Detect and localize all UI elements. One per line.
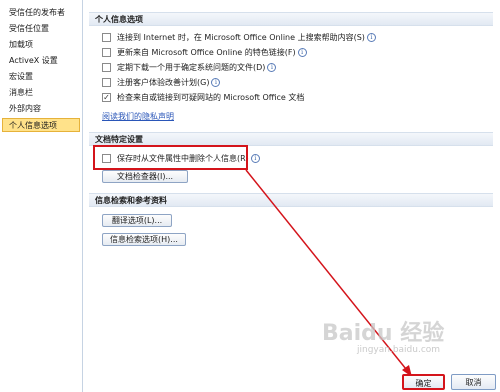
document-inspector-button[interactable]: 文档检查器(I)... [102,170,188,183]
nav-item-add-ins[interactable]: 加载项 [0,38,80,52]
section-heading-document: 文档特定设置 [89,132,493,146]
watermark-url: jingyan.baidu.com [357,345,441,355]
checkbox-suspicious-sites[interactable]: ✓ [102,93,111,102]
checkbox-search-help[interactable] [102,33,111,42]
watermark-logo: Baidu 经验 [322,321,445,346]
info-icon: i [211,78,221,87]
annotation-highlight-box [93,145,248,170]
nav-item-trusted-publishers[interactable]: 受信任的发布者 [0,6,80,20]
nav-item-privacy-options[interactable]: 个人信息选项 [2,118,80,132]
option-label: 定期下载一个用于确定系统问题的文件(D) [117,63,266,72]
option-label: 连接到 Internet 时，在 Microsoft Office Online… [117,33,365,42]
nav-item-message-bar[interactable]: 消息栏 [0,86,80,100]
dialog-footer: 确定 取消 [0,365,500,392]
privacy-statement-link[interactable]: 阅读我们的隐私声明 [102,111,174,122]
checkbox-featured-links[interactable] [102,48,111,57]
option-label: 检查来自或链接到可疑网站的 Microsoft Office 文档 [117,93,305,102]
info-icon: i [366,33,376,42]
info-icon: i [267,63,277,72]
cancel-button[interactable]: 取消 [451,374,496,390]
options-nav: 受信任的发布者 受信任位置 加载项 ActiveX 设置 宏设置 消息栏 外部内… [0,0,83,392]
checkbox-ceip[interactable] [102,78,111,87]
option-label: 注册客户体验改善计划(G) [117,78,210,87]
research-options-button[interactable]: 信息检索选项(H)... [102,233,186,246]
checkbox-download-file[interactable] [102,63,111,72]
info-icon: i [250,154,260,163]
info-icon: i [297,48,307,57]
translation-options-button[interactable]: 翻译选项(L)... [102,214,172,227]
nav-item-external-content[interactable]: 外部内容 [0,102,80,116]
nav-item-activex[interactable]: ActiveX 设置 [0,54,80,68]
nav-item-macro[interactable]: 宏设置 [0,70,80,84]
nav-item-trusted-locations[interactable]: 受信任位置 [0,22,80,36]
option-label: 更新来自 Microsoft Office Online 的特色链接(F) [117,48,296,57]
section-heading-personal: 个人信息选项 [89,12,493,26]
section-heading-research: 信息检索和参考资料 [89,193,493,207]
ok-button[interactable]: 确定 [402,374,445,390]
